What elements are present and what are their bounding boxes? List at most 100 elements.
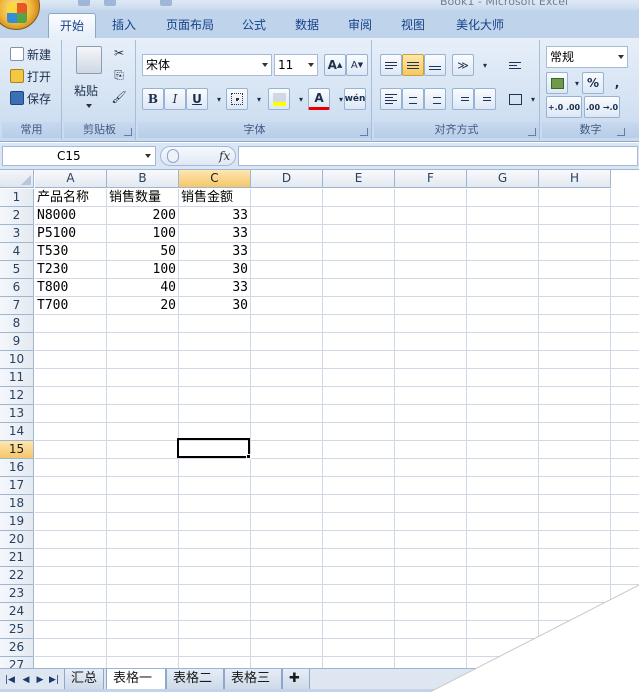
align-bottom-icon[interactable] xyxy=(424,54,446,76)
new-button[interactable]: 新建 xyxy=(10,44,51,64)
font-name-dropdown-icon[interactable] xyxy=(262,63,268,67)
formula-input[interactable] xyxy=(238,146,638,166)
row-header-11[interactable]: 11 xyxy=(0,369,34,387)
sheet-tab-summary[interactable]: 汇总 xyxy=(64,669,104,691)
data-cell[interactable]: 40 xyxy=(107,279,178,297)
row-header-4[interactable]: 4 xyxy=(0,243,34,261)
active-cell-c15[interactable] xyxy=(177,438,250,458)
tab-insert[interactable]: 插入 xyxy=(102,13,146,38)
paste-button[interactable]: 粘贴 xyxy=(74,80,98,100)
borders-icon[interactable] xyxy=(226,88,248,110)
grow-font-icon[interactable]: A ▲ xyxy=(324,54,346,76)
data-cell[interactable]: 33 xyxy=(179,225,250,243)
name-box[interactable]: C15 xyxy=(2,146,156,166)
tab-beautify-master[interactable]: 美化大师 xyxy=(448,13,512,38)
font-size-combobox[interactable]: 11 xyxy=(274,54,318,76)
data-cell[interactable]: T230 xyxy=(35,261,106,279)
row-header-2[interactable]: 2 xyxy=(0,207,34,225)
insert-function-button[interactable]: fx xyxy=(219,147,230,165)
percent-style-button[interactable]: % xyxy=(582,72,604,94)
header-cell[interactable]: 销售数量 xyxy=(107,189,178,207)
open-button[interactable]: 打开 xyxy=(10,66,51,86)
increase-indent-icon[interactable] xyxy=(474,88,496,110)
data-cell[interactable]: T530 xyxy=(35,243,106,261)
borders-dropdown-icon[interactable]: ▾ xyxy=(248,88,270,110)
fill-color-icon[interactable] xyxy=(268,88,290,110)
decrease-decimal-button[interactable]: .00 →.0 xyxy=(584,96,620,118)
data-cell[interactable]: 30 xyxy=(179,297,250,315)
number-dialog-launcher-icon[interactable] xyxy=(617,128,625,136)
phonetic-guide-icon[interactable]: wén xyxy=(344,88,366,110)
align-top-icon[interactable] xyxy=(380,54,402,76)
formula-bar-grip-icon[interactable] xyxy=(167,149,179,163)
undo-icon[interactable] xyxy=(78,0,90,6)
first-sheet-icon[interactable]: |◀ xyxy=(4,672,16,688)
data-cell[interactable]: 33 xyxy=(179,279,250,297)
data-cell[interactable]: 30 xyxy=(179,261,250,279)
column-header-g[interactable]: G xyxy=(467,170,539,188)
row-header-21[interactable]: 21 xyxy=(0,549,34,567)
save-button[interactable]: 保存 xyxy=(10,88,51,108)
row-header-15[interactable]: 15 xyxy=(0,441,34,459)
prev-sheet-icon[interactable]: ◀ xyxy=(20,672,32,688)
row-header-18[interactable]: 18 xyxy=(0,495,34,513)
column-header-e[interactable]: E xyxy=(323,170,395,188)
paste-clipboard-icon[interactable] xyxy=(76,46,102,74)
row-header-5[interactable]: 5 xyxy=(0,261,34,279)
fill-handle[interactable] xyxy=(246,454,251,459)
row-header-14[interactable]: 14 xyxy=(0,423,34,441)
align-middle-icon[interactable] xyxy=(402,54,424,76)
column-header-b[interactable]: B xyxy=(107,170,179,188)
row-header-25[interactable]: 25 xyxy=(0,621,34,639)
row-header-13[interactable]: 13 xyxy=(0,405,34,423)
sheet-tab-table-1[interactable]: 表格一 xyxy=(106,669,166,691)
data-cell[interactable]: 20 xyxy=(107,297,178,315)
column-header-c[interactable]: C xyxy=(179,170,251,188)
row-header-23[interactable]: 23 xyxy=(0,585,34,603)
orientation-icon[interactable]: ≫ xyxy=(452,54,474,76)
header-cell[interactable]: 销售金额 xyxy=(179,189,250,207)
comma-style-button[interactable]: , xyxy=(606,72,628,94)
merge-center-dropdown-icon[interactable]: ▾ xyxy=(522,88,544,110)
row-header-20[interactable]: 20 xyxy=(0,531,34,549)
data-cell[interactable]: 33 xyxy=(179,207,250,225)
redo-icon[interactable] xyxy=(104,0,116,6)
column-header-d[interactable]: D xyxy=(251,170,323,188)
accounting-format-icon[interactable] xyxy=(546,72,568,94)
number-format-dropdown-icon[interactable] xyxy=(618,55,624,59)
row-header-7[interactable]: 7 xyxy=(0,297,34,315)
data-cell[interactable]: 200 xyxy=(107,207,178,225)
align-center-icon[interactable] xyxy=(402,88,424,110)
name-box-dropdown-icon[interactable] xyxy=(145,154,151,158)
row-header-22[interactable]: 22 xyxy=(0,567,34,585)
font-color-icon[interactable]: A xyxy=(308,88,330,110)
decrease-indent-icon[interactable] xyxy=(452,88,474,110)
row-header-19[interactable]: 19 xyxy=(0,513,34,531)
column-header-h[interactable]: H xyxy=(539,170,611,188)
print-preview-icon[interactable] xyxy=(160,0,172,6)
select-all-button[interactable] xyxy=(0,170,34,188)
bold-icon[interactable]: B xyxy=(142,88,164,110)
data-cell[interactable]: 33 xyxy=(179,243,250,261)
data-cell[interactable]: T700 xyxy=(35,297,106,315)
insert-sheet-icon[interactable]: ✚ xyxy=(282,669,310,691)
tab-home[interactable]: 开始 xyxy=(48,13,96,38)
data-cell[interactable]: T800 xyxy=(35,279,106,297)
row-header-6[interactable]: 6 xyxy=(0,279,34,297)
tab-data[interactable]: 数据 xyxy=(287,13,327,38)
underline-icon[interactable]: U xyxy=(186,88,208,110)
tab-view[interactable]: 视图 xyxy=(393,13,433,38)
increase-decimal-button[interactable]: +.0 .00 xyxy=(546,96,582,118)
row-header-27[interactable]: 27 xyxy=(0,657,34,668)
next-sheet-icon[interactable]: ▶ xyxy=(34,672,46,688)
column-header-a[interactable]: A xyxy=(35,170,107,188)
format-painter-icon[interactable]: 🖌 xyxy=(108,86,130,108)
tab-formulas[interactable]: 公式 xyxy=(234,13,274,38)
font-dialog-launcher-icon[interactable] xyxy=(360,128,368,136)
row-header-16[interactable]: 16 xyxy=(0,459,34,477)
row-header-24[interactable]: 24 xyxy=(0,603,34,621)
paste-dropdown-icon[interactable] xyxy=(86,104,92,108)
row-header-9[interactable]: 9 xyxy=(0,333,34,351)
orientation-dropdown-icon[interactable]: ▾ xyxy=(474,54,496,76)
data-cell[interactable]: 100 xyxy=(107,261,178,279)
